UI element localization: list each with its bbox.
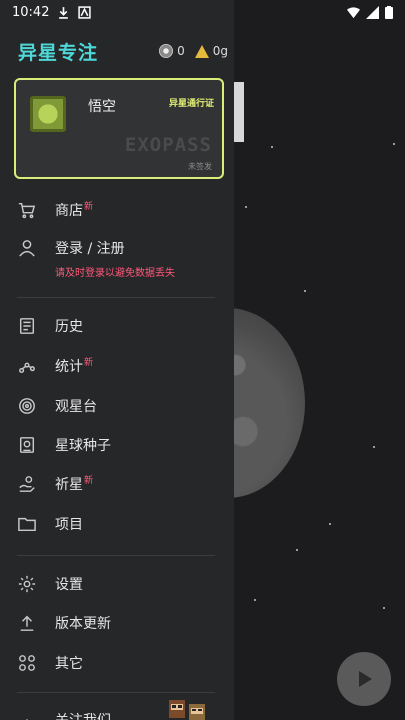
coin-count: 0 [177,44,185,58]
star [304,290,306,292]
menu-label-observatory: 观星台 [55,399,97,415]
pass-name: 悟空 [88,99,116,115]
exopass-card[interactable]: 悟空 异星通行证 EXOPASS 未签发 [14,78,224,179]
menu-label-settings: 设置 [55,577,83,593]
menu-item-update[interactable]: 版本更新 [0,605,234,641]
menu-label-seeds: 星球种子 [55,438,111,454]
new-badge: 新 [84,358,94,368]
star [383,607,385,609]
star [393,143,395,145]
status-bar: 10:42 [0,0,405,24]
battery-icon [385,5,393,19]
signal-icon [366,5,379,19]
pass-status: 未签发 [188,162,212,171]
menu-item-seeds[interactable]: 星球种子 [0,427,234,463]
star [329,523,331,525]
menu-label-login: 登录 / 注册 [55,241,125,257]
menu-label-others: 其它 [55,656,83,672]
notification-icon [78,5,92,19]
menu-item-history[interactable]: 历史 [0,308,234,344]
user-icon [17,238,37,258]
currency-display: 0 0g [159,44,228,58]
menu-item-projects[interactable]: 项目 [0,506,234,542]
new-badge: 新 [84,202,94,212]
coin-icon [159,44,174,58]
menu-item-pray[interactable]: 祈星新 [0,466,234,502]
divider [17,555,215,556]
menu-label-projects: 项目 [55,517,83,533]
observatory-icon [17,396,37,416]
star [245,206,247,208]
menu-label-pray: 祈星 [55,477,83,493]
gem-count: 0g [212,44,228,58]
download-icon [59,6,69,19]
pray-icon [17,474,37,494]
planet-avatar [30,96,66,132]
pass-label: 异星通行证 [168,99,214,109]
pixel-characters-illustration [169,700,205,720]
menu-label-stats: 统计 [55,359,83,375]
navigation-drawer: 异星专注 0 0g 悟空 异星通行证 EXOPASS 未签发 商店新 登录 / … [0,0,234,720]
divider [17,297,215,298]
gem-icon [194,44,209,58]
play-icon [359,671,372,687]
new-badge: 新 [84,476,94,486]
pass-brand: EXOPASS [124,134,212,156]
apps-icon [17,653,37,673]
login-hint: 请及时登录以避免数据丢失 [55,268,175,279]
app-title: 异星专注 [18,41,99,64]
stats-icon [17,356,37,376]
star [271,146,273,148]
menu-label-shop: 商店 [55,203,83,219]
cart-icon [17,200,37,220]
menu-item-others[interactable]: 其它 [0,645,234,681]
menu-label-update: 版本更新 [55,616,111,632]
menu-item-observatory[interactable]: 观星台 [0,388,234,424]
gear-icon [17,574,37,594]
menu-label-contact: 关注我们 [55,710,111,720]
history-icon [17,316,37,336]
wifi-icon [347,6,360,18]
menu-item-settings[interactable]: 设置 [0,566,234,602]
drawer-header: 异星专注 0 0g [18,38,228,64]
menu-item-shop[interactable]: 商店新 [0,192,234,228]
menu-label-history: 历史 [55,319,83,335]
divider [17,692,215,693]
star [373,446,375,448]
play-button[interactable] [337,652,391,706]
folder-icon [17,514,37,534]
scrollbar-thumb[interactable] [234,82,244,142]
menu-item-stats[interactable]: 统计新 [0,348,234,384]
upload-icon [17,613,37,633]
star [254,599,256,601]
star [296,549,298,551]
menu-item-login[interactable]: 登录 / 注册 [0,230,234,266]
status-time: 10:42 [12,4,50,20]
seed-icon [17,435,37,455]
follow-icon [17,710,37,720]
